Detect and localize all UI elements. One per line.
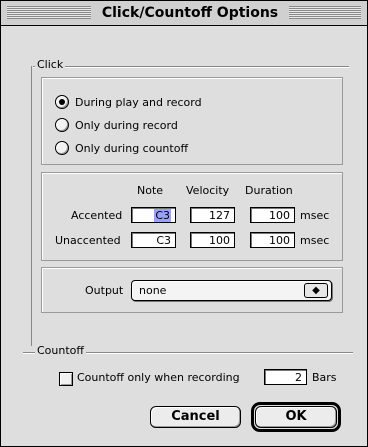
accented-note-value: C3 bbox=[154, 209, 171, 222]
radio-only-during-record[interactable]: Only during record bbox=[55, 117, 178, 133]
unaccented-duration-unit: msec bbox=[300, 234, 330, 247]
accented-velocity-field[interactable]: 127 bbox=[190, 207, 235, 223]
radio-button[interactable] bbox=[55, 141, 69, 155]
radio-button-selected[interactable] bbox=[55, 95, 69, 109]
accented-duration-field[interactable]: 100 bbox=[250, 207, 295, 223]
countoff-checkbox[interactable] bbox=[59, 372, 73, 386]
countoff-bars-field[interactable]: 2 bbox=[264, 369, 307, 385]
radio-label: Only during record bbox=[75, 118, 178, 132]
unaccented-note-field[interactable]: C3 bbox=[131, 232, 176, 248]
accented-duration-unit: msec bbox=[300, 209, 330, 222]
unaccented-duration-field[interactable]: 100 bbox=[250, 232, 295, 248]
title-bar-stripes-right bbox=[289, 6, 361, 19]
countoff-group-label: Countoff bbox=[35, 344, 86, 357]
radio-only-during-countoff[interactable]: Only during countoff bbox=[55, 140, 188, 156]
title-bar-stripes-left bbox=[7, 6, 91, 19]
click-group-divider bbox=[33, 66, 349, 68]
output-popup-value: none bbox=[139, 284, 167, 297]
output-label: Output bbox=[85, 284, 124, 297]
countoff-checkbox-label: Countoff only when recording bbox=[77, 371, 240, 384]
column-header-note: Note bbox=[137, 184, 164, 197]
cancel-button[interactable]: Cancel bbox=[150, 406, 241, 428]
up-down-arrows-icon: ◆ bbox=[304, 283, 328, 298]
dialog-window: Click/Countoff Options Click During play… bbox=[0, 0, 368, 447]
column-header-velocity: Velocity bbox=[186, 184, 230, 197]
countoff-bars-unit: Bars bbox=[312, 371, 337, 384]
unaccented-velocity-field[interactable]: 100 bbox=[190, 232, 235, 248]
output-popup-menu[interactable]: none ◆ bbox=[131, 280, 332, 301]
ok-button[interactable]: OK bbox=[255, 406, 337, 428]
title-bar[interactable]: Click/Countoff Options bbox=[1, 1, 367, 26]
row-label-unaccented: Unaccented bbox=[55, 234, 121, 247]
radio-button[interactable] bbox=[55, 118, 69, 132]
row-label-accented: Accented bbox=[71, 209, 123, 222]
accented-note-field[interactable]: C3 bbox=[131, 207, 176, 223]
click-group-label: Click bbox=[35, 58, 66, 71]
radio-label: Only during countoff bbox=[75, 141, 189, 155]
dialog-title: Click/Countoff Options bbox=[93, 3, 287, 23]
radio-label: During play and record bbox=[75, 95, 202, 109]
column-header-duration: Duration bbox=[245, 184, 293, 197]
click-group-side bbox=[31, 66, 32, 346]
radio-during-play-and-record[interactable]: During play and record bbox=[55, 94, 202, 110]
